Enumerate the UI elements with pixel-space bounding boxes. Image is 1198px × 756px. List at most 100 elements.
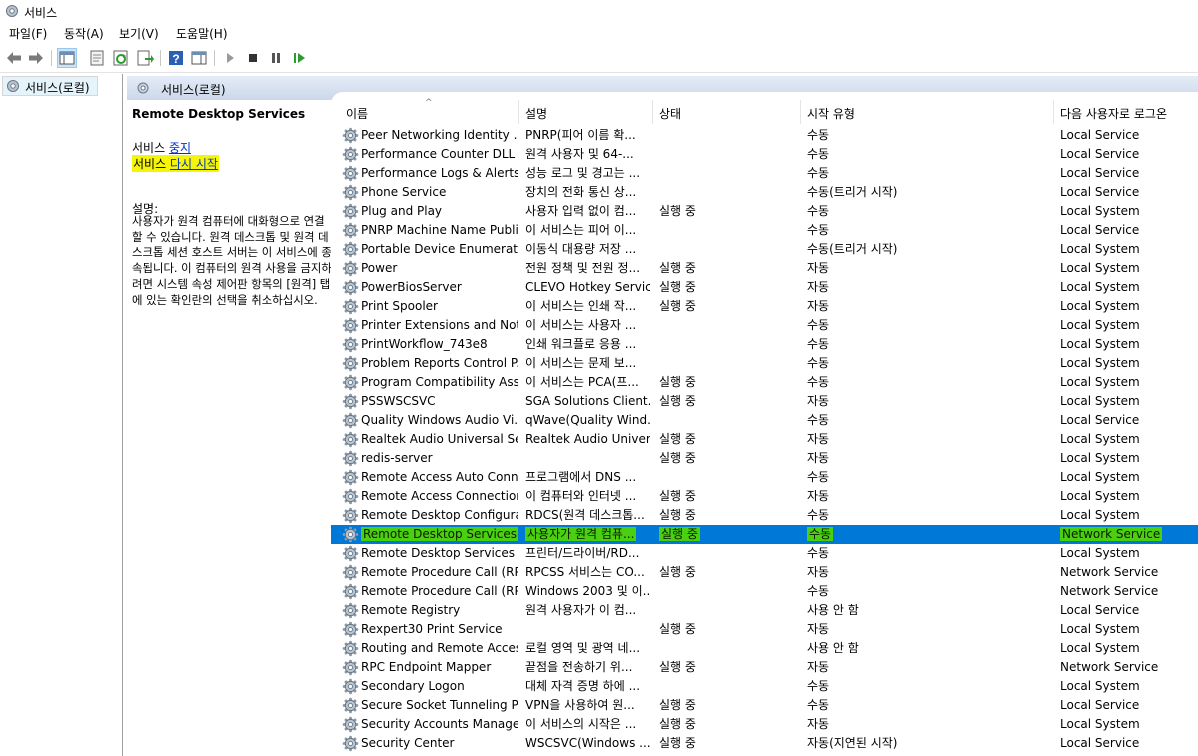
column-header-name[interactable]: 이름 bbox=[346, 105, 368, 122]
forward-arrow-icon[interactable] bbox=[26, 48, 46, 68]
menu-action[interactable]: 동작(A) bbox=[64, 25, 104, 42]
service-row[interactable]: PSSWSCSVC SGA Solutions Client... 실행 중 자동 Lo… bbox=[331, 392, 1198, 411]
service-row[interactable]: Remote Procedure Call (RP... Windows 2003… bbox=[331, 582, 1198, 601]
service-gear-icon bbox=[342, 374, 359, 391]
service-log-on-as: Local System bbox=[1060, 489, 1140, 503]
service-row[interactable]: Quality Windows Audio Vi... qWave(Quality… bbox=[331, 411, 1198, 430]
column-header-startup-type[interactable]: 시작 유형 bbox=[807, 105, 855, 122]
service-row[interactable]: Portable Device Enumerato... 이동식 대용량 저장 .… bbox=[331, 240, 1198, 259]
service-description: qWave(Quality Wind... bbox=[525, 413, 650, 427]
service-row[interactable]: PrintWorkflow_743e8 인쇄 워크플로 응용 ... 수동 Local… bbox=[331, 335, 1198, 354]
service-description: 전원 정책 및 전원 정... bbox=[525, 261, 641, 275]
export-list-icon[interactable] bbox=[135, 48, 155, 68]
menu-bar: 파일(F) 동작(A) 보기(V) 도움말(H) bbox=[0, 22, 1198, 44]
service-row[interactable]: Performance Counter DLL ... 원격 사용자 및 64-.… bbox=[331, 145, 1198, 164]
service-row[interactable]: Peer Networking Identity ... PNRP(피어 이름 확… bbox=[331, 126, 1198, 145]
service-log-on-as: Local System bbox=[1060, 318, 1140, 332]
service-name: RPC Endpoint Mapper bbox=[361, 660, 492, 674]
service-log-on-as: Local System bbox=[1060, 622, 1140, 636]
service-gear-icon bbox=[342, 184, 359, 201]
menu-help[interactable]: 도움말(H) bbox=[176, 25, 228, 42]
service-row[interactable]: Remote Access Connection... 이 컴퓨터와 인터넷 ..… bbox=[331, 487, 1198, 506]
svg-text:?: ? bbox=[172, 52, 179, 66]
console-tree-icon[interactable] bbox=[57, 48, 77, 68]
service-row[interactable]: Remote Procedure Call (RP... RPCSS 서비스는 C… bbox=[331, 563, 1198, 582]
service-startup-type: 수동 bbox=[807, 128, 830, 142]
service-row[interactable]: redis-server 실행 중 자동 Local System bbox=[331, 449, 1198, 468]
column-header-log-on-as[interactable]: 다음 사용자로 로그온 bbox=[1060, 105, 1167, 122]
service-startup-type: 자동 bbox=[807, 622, 830, 636]
service-gear-icon bbox=[342, 507, 359, 524]
service-log-on-as: Local System bbox=[1060, 470, 1140, 484]
service-description: 사용자 입력 없이 컴... bbox=[525, 204, 637, 218]
menu-file[interactable]: 파일(F) bbox=[9, 25, 47, 42]
service-row[interactable]: Remote Desktop Services 사용자가 원격 컴퓨... 실행 중… bbox=[331, 525, 1198, 544]
service-row[interactable]: Remote Desktop Configura... RDCS(원격 데스크톱.… bbox=[331, 506, 1198, 525]
service-description: 프린터/드라이버/RD... bbox=[525, 546, 640, 560]
service-row[interactable]: Security Accounts Manager 이 서비스의 시작은 ... 실… bbox=[331, 715, 1198, 734]
service-row[interactable]: Program Compatibility Assi... 이 서비스는 PCA(… bbox=[331, 373, 1198, 392]
service-row[interactable]: PNRP Machine Name Publi... 이 서비스는 피어 이...… bbox=[331, 221, 1198, 240]
help-icon[interactable]: ? bbox=[166, 48, 186, 68]
play-icon[interactable] bbox=[220, 48, 240, 68]
stop-icon[interactable] bbox=[243, 48, 263, 68]
restart-icon[interactable] bbox=[289, 48, 309, 68]
service-log-on-as: Local System bbox=[1060, 356, 1140, 370]
service-startup-type: 수동 bbox=[807, 470, 830, 484]
service-description: Realtek Audio Univer... bbox=[525, 432, 650, 446]
service-row[interactable]: Print Spooler 이 서비스는 인쇄 작... 실행 중 자동 Local S… bbox=[331, 297, 1198, 316]
pause-icon[interactable] bbox=[266, 48, 286, 68]
tree-node-services-local[interactable]: 서비스(로컬) bbox=[2, 76, 98, 96]
service-gear-icon bbox=[342, 659, 359, 676]
back-arrow-icon[interactable] bbox=[4, 48, 24, 68]
service-description: 사용자가 원격 컴퓨... bbox=[525, 527, 650, 542]
toolbar: ? bbox=[0, 44, 1198, 73]
column-header-status[interactable]: 상태 bbox=[659, 105, 681, 122]
service-row[interactable]: Remote Access Auto Conn... 프로그램에서 DNS ...… bbox=[331, 468, 1198, 487]
service-description: 인쇄 워크플로 응용 ... bbox=[525, 337, 637, 351]
service-row[interactable]: Remote Desktop Services ... 프린터/드라이버/RD..… bbox=[331, 544, 1198, 563]
service-name: redis-server bbox=[361, 451, 433, 465]
service-row[interactable]: Remote Registry 원격 사용자가 이 컴... 사용 안 함 Local… bbox=[331, 601, 1198, 620]
service-name: Peer Networking Identity ... bbox=[361, 128, 518, 142]
service-log-on-as: Local Service bbox=[1060, 736, 1140, 750]
service-row[interactable]: Phone Service 장치의 전화 통신 상... 수동(트리거 시작) Loc… bbox=[331, 183, 1198, 202]
service-gear-icon bbox=[342, 412, 359, 429]
service-startup-type: 사용 안 함 bbox=[807, 641, 859, 655]
service-row[interactable]: Problem Reports Control P... 이 서비스는 문제 보.… bbox=[331, 354, 1198, 373]
service-startup-type: 수동 bbox=[807, 698, 830, 712]
service-startup-type: 수동 bbox=[807, 413, 830, 427]
service-gear-icon bbox=[342, 393, 359, 410]
service-gear-icon bbox=[342, 146, 359, 163]
service-row[interactable]: Secure Socket Tunneling P... VPN을 사용하여 원.… bbox=[331, 696, 1198, 715]
service-name: Realtek Audio Universal Ser... bbox=[361, 432, 518, 446]
properties-icon[interactable] bbox=[87, 48, 107, 68]
service-row[interactable]: Secondary Logon 대체 자격 증명 하에 ... 수동 Local Sy… bbox=[331, 677, 1198, 696]
service-row[interactable]: Power 전원 정책 및 전원 정... 실행 중 자동 Local System bbox=[331, 259, 1198, 278]
menu-view[interactable]: 보기(V) bbox=[119, 25, 159, 42]
highlight-mark: 실행 중 bbox=[659, 527, 700, 541]
restart-service-link[interactable]: 다시 시작 bbox=[170, 157, 218, 171]
show-hide-action-icon[interactable] bbox=[189, 48, 209, 68]
service-row[interactable]: Plug and Play 사용자 입력 없이 컴... 실행 중 수동 Local S… bbox=[331, 202, 1198, 221]
search-gear-icon bbox=[137, 82, 149, 94]
service-row[interactable]: PowerBiosServer CLEVO Hotkey Service 실행 중 자… bbox=[331, 278, 1198, 297]
stop-service-link[interactable]: 중지 bbox=[169, 141, 191, 155]
service-row[interactable]: Security Center WSCSVC(Windows ... 실행 중 자동(… bbox=[331, 734, 1198, 753]
service-startup-type: 수동(트리거 시작) bbox=[807, 242, 898, 256]
service-startup-type: 자동 bbox=[807, 261, 830, 275]
selected-service-title: Remote Desktop Services bbox=[132, 107, 306, 121]
service-row[interactable]: RPC Endpoint Mapper 끝점을 전송하기 위... 실행 중 자동 Ne… bbox=[331, 658, 1198, 677]
service-gear-icon bbox=[342, 697, 359, 714]
service-gear-icon bbox=[342, 621, 359, 638]
refresh-icon[interactable] bbox=[111, 48, 131, 68]
service-log-on-as: Local System bbox=[1060, 546, 1140, 560]
service-row[interactable]: Performance Logs & Alerts 성능 로그 및 경고는 ...… bbox=[331, 164, 1198, 183]
service-row[interactable]: Realtek Audio Universal Ser... Realtek Au… bbox=[331, 430, 1198, 449]
service-row[interactable]: Printer Extensions and Noti... 이 서비스는 사용자… bbox=[331, 316, 1198, 335]
service-log-on-as: Local Service bbox=[1060, 413, 1140, 427]
column-header-description[interactable]: 설명 bbox=[525, 105, 547, 122]
service-name: PSSWSCSVC bbox=[361, 394, 436, 408]
service-row[interactable]: Rexpert30 Print Service 실행 중 자동 Local Syste… bbox=[331, 620, 1198, 639]
service-row[interactable]: Routing and Remote Access 로컬 영역 및 광역 네...… bbox=[331, 639, 1198, 658]
